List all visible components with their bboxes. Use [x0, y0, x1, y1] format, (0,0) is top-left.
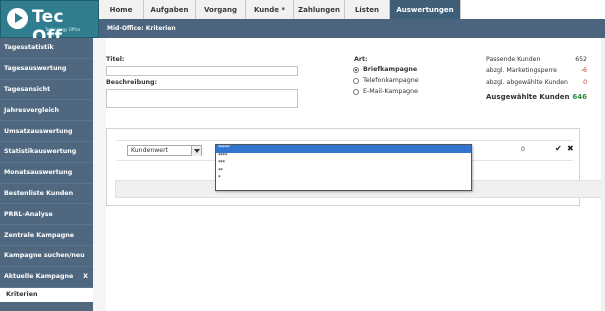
sidebar-item-monatsauswertung[interactable]: Monatsauswertung — [0, 163, 93, 184]
stat-value: 646 — [572, 93, 587, 101]
tab-vorgang[interactable]: Vorgang — [196, 0, 246, 19]
dropdown-option-3-stars[interactable]: *** — [216, 160, 471, 168]
sidebar-item-prrl-analyse[interactable]: PRRL-Analyse — [0, 204, 93, 226]
close-icon[interactable]: X — [83, 273, 88, 280]
radio-icon — [353, 77, 359, 84]
sidebar-subitem-kriterien[interactable]: Kriterien — [0, 287, 93, 302]
criteria-field-select[interactable]: Kundenwert — [127, 145, 202, 156]
radio-label: Briefkampagne — [363, 66, 418, 73]
check-icon[interactable]: ✔ — [555, 144, 562, 153]
sidebar-item-zentrale-kampagne[interactable]: Zentrale Kampagne — [0, 225, 93, 246]
sidebar-item-aktuelle-kampagne[interactable]: Aktuelle Kampagne X — [0, 267, 93, 288]
dropdown-option-2-stars[interactable]: ** — [216, 168, 471, 176]
page-scrollbar[interactable] — [601, 38, 605, 311]
radio-label: Telefonkampagne — [363, 77, 419, 84]
radio-email-kampagne[interactable]: E-Mail-Kampagne — [353, 88, 418, 95]
dropdown-option-5-stars[interactable]: ***** — [216, 145, 471, 153]
art-label: Art: — [354, 56, 368, 63]
breadcrumb: Mid-Office: Kriterien — [99, 19, 605, 38]
stat-label: abzgl. abgewählte Kunden — [486, 79, 568, 86]
description-input[interactable] — [106, 89, 298, 108]
sidebar-item-bestenliste-kunden[interactable]: Bestenliste Kunden — [0, 184, 93, 205]
sidebar-item-tagesstatistik[interactable]: Tagesstatistik — [0, 38, 93, 59]
radio-selected-icon — [353, 66, 359, 73]
stat-value: -6 — [580, 67, 587, 74]
tab-listen[interactable]: Listen — [345, 0, 390, 19]
sidebar-item-tagesansicht[interactable]: Tagesansicht — [0, 80, 93, 101]
stat-label: Passende Kunden — [486, 56, 541, 63]
x-icon[interactable]: ✖ — [567, 144, 574, 153]
criteria-count: 0 — [521, 146, 525, 153]
stat-value: 652 — [575, 56, 587, 63]
tab-zahlungen[interactable]: Zahlungen — [294, 0, 345, 19]
sidebar-item-jahresvergleich[interactable]: Jahresvergleich — [0, 100, 93, 122]
tab-home[interactable]: Home — [99, 0, 144, 19]
app-window: Tec Off Technology Office Home Aufgaben … — [0, 0, 605, 311]
title-input[interactable] — [106, 66, 298, 76]
stat-ausgewaehlte-kunden: Ausgewählte Kunden 646 — [486, 93, 587, 101]
radio-briefkampagne[interactable]: Briefkampagne — [353, 66, 417, 73]
sidebar-item-kampagne-suchen[interactable]: Kampagne suchen/neu — [0, 246, 93, 267]
dropdown-option-4-stars[interactable]: **** — [216, 153, 471, 161]
sidebar-item-umsatzauswertung[interactable]: Umsatzauswertung — [0, 121, 93, 142]
main-nav: Home Aufgaben Vorgang Kunde * Zahlungen … — [99, 0, 461, 19]
stat-label: abzgl. Marketingsperre — [486, 67, 557, 74]
sidebar-item-statistikauswertung[interactable]: Statistikauswertung — [0, 142, 93, 163]
stat-marketingsperre: abzgl. Marketingsperre -6 — [486, 67, 587, 74]
stat-abgewaehlte-kunden: abzgl. abgewählte Kunden 0 — [486, 79, 587, 86]
sidebar-item-tagesauswertung[interactable]: Tagesauswertung — [0, 59, 93, 80]
radio-telefonkampagne[interactable]: Telefonkampagne — [353, 77, 419, 84]
tab-kunde[interactable]: Kunde * — [246, 0, 294, 19]
select-value: Kundenwert — [131, 147, 169, 154]
radio-icon — [353, 88, 359, 95]
dropdown-option-1-star[interactable]: * — [216, 175, 471, 183]
tab-aufgaben[interactable]: Aufgaben — [144, 0, 196, 19]
top-bar: Tec Off Technology Office Home Aufgaben … — [0, 0, 605, 47]
description-label: Beschreibung: — [106, 79, 158, 86]
sidebar-item-label: Aktuelle Kampagne — [4, 273, 74, 281]
radio-label: E-Mail-Kampagne — [363, 88, 419, 95]
tab-auswertungen[interactable]: Auswertungen — [390, 0, 461, 19]
sidebar: Tagesstatistik Tagesauswertung Tagesansi… — [0, 38, 93, 311]
brand-tagline: Technology Office — [45, 27, 81, 32]
play-logo-icon — [7, 8, 28, 29]
title-label: Titel: — [106, 56, 125, 63]
chevron-down-icon — [191, 146, 201, 156]
stat-value: 0 — [583, 79, 587, 86]
brand-logo[interactable]: Tec Off Technology Office — [0, 0, 99, 47]
sidebar-gutter — [93, 38, 106, 311]
stat-label: Ausgewählte Kunden — [486, 93, 570, 101]
criteria-value-dropdown[interactable]: ***** **** *** ** * — [215, 144, 472, 191]
stat-passende-kunden: Passende Kunden 652 — [486, 56, 587, 63]
